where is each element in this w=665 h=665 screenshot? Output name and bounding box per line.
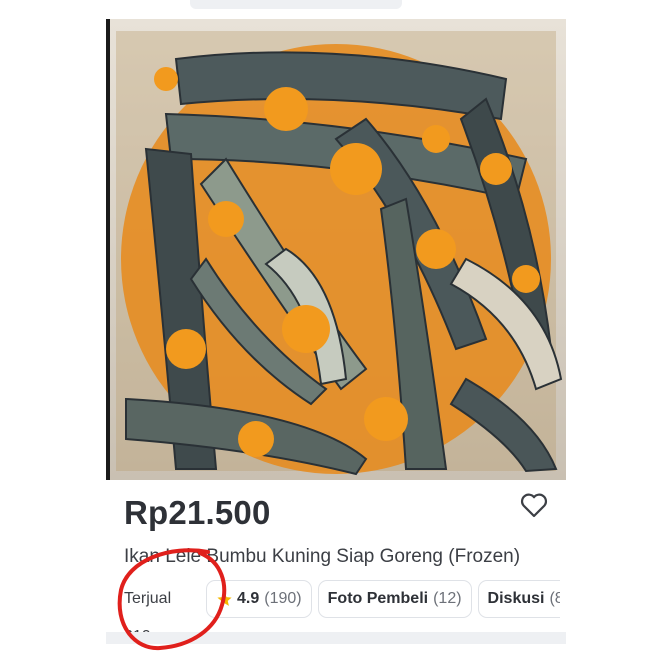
product-photo[interactable]	[106, 19, 566, 480]
product-stats-row: Terjual 610 4.9 (190) Foto Pembeli (12) …	[124, 580, 566, 645]
discussion-chip[interactable]: Diskusi (8)	[477, 580, 560, 618]
section-divider	[106, 632, 566, 644]
buyer-photos-count: (12)	[433, 590, 462, 607]
rating-value: 4.9	[237, 590, 260, 607]
rating-count: (190)	[264, 590, 302, 607]
product-price: Rp21.500	[124, 494, 271, 531]
top-handle-strip	[190, 0, 402, 9]
product-screen: Rp21.500 Ikan Lele Bumbu Kuning Siap Gor…	[0, 0, 665, 665]
product-info: Rp21.500 Ikan Lele Bumbu Kuning Siap Gor…	[106, 480, 566, 665]
rating-chip[interactable]: 4.9 (190)	[206, 580, 312, 618]
star-icon	[217, 591, 232, 606]
heart-outline-icon	[520, 493, 548, 518]
buyer-photos-chip[interactable]: Foto Pembeli (12)	[317, 580, 472, 618]
wishlist-button[interactable]	[520, 492, 548, 518]
sold-count: Terjual 610	[124, 590, 172, 645]
product-title: Ikan Lele Bumbu Kuning Siap Goreng (Froz…	[124, 546, 521, 567]
buyer-photos-label: Foto Pembeli	[327, 590, 429, 607]
discussion-label: Diskusi	[487, 590, 545, 607]
catfish-photo-illustration	[106, 19, 566, 480]
discussion-count: (8)	[549, 590, 560, 607]
